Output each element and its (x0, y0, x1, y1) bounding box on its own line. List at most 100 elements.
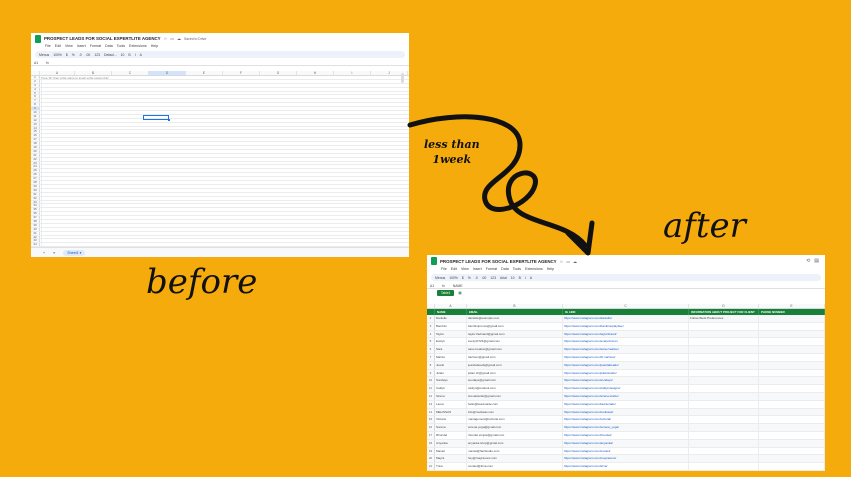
project-info-cell[interactable] (689, 431, 759, 439)
name-cell[interactable]: Sundays (435, 377, 467, 385)
menu-item-help[interactable]: Help (151, 44, 158, 49)
cell[interactable] (40, 208, 42, 212)
name-cell[interactable]: Rhondel (435, 431, 467, 439)
table-row[interactable]: 7 Mariss harrison@gmail.com https://www.ins… (427, 353, 825, 362)
vertical-scrollbar[interactable] (401, 73, 404, 83)
cell[interactable] (40, 103, 42, 107)
cell[interactable] (40, 126, 42, 130)
email-cell[interactable]: caitlyn@outlook.com (467, 385, 563, 392)
toolbar-item-7[interactable]: Arial (500, 276, 507, 280)
cell[interactable] (40, 243, 42, 247)
table-row[interactable]: 4 Taylor taylor.thebrand@gmail.com https://… (427, 330, 825, 339)
document-title[interactable]: PROSPECT LEADS FOR SOCIAL EXPERTLITE AGE… (44, 36, 161, 41)
name-cell[interactable]: Sorena (435, 424, 467, 431)
table-row[interactable]: 3 Bambini bambinipromo@gmail.com https://ww… (427, 322, 825, 331)
name-cell[interactable]: Bambini (435, 322, 467, 330)
project-info-cell[interactable] (689, 455, 759, 463)
phone-cell[interactable] (759, 392, 825, 400)
column-header-H[interactable]: H (297, 71, 334, 75)
menu-item-tools[interactable]: Tools (513, 267, 521, 272)
toolbar-item-9[interactable]: B (519, 276, 521, 280)
add-sheet-button[interactable]: + (43, 251, 45, 255)
toolbar-item-10[interactable]: I (135, 53, 136, 57)
email-cell[interactable]: hey@mayrasons.com (467, 455, 563, 463)
cell[interactable] (40, 231, 42, 235)
history-icon[interactable]: ⟲ (806, 258, 810, 264)
toolbar-item-0[interactable]: Menus (39, 53, 49, 57)
row-number[interactable]: 12 (427, 392, 435, 400)
cell[interactable] (40, 169, 42, 173)
project-info-cell[interactable] (689, 377, 759, 385)
sheet-tab-sheet1[interactable]: Sheet1 ▾ (63, 249, 86, 256)
cell[interactable] (40, 83, 42, 87)
ig-link-cell[interactable]: https://www.instagram.com/dr.marisso/ (563, 353, 689, 361)
row-number[interactable]: 8 (427, 361, 435, 369)
cell[interactable] (40, 188, 42, 192)
row-number[interactable]: 21 (427, 463, 435, 470)
row-number[interactable]: 10 (427, 377, 435, 385)
ig-link-cell[interactable]: https://www.instagram.com/mayrasons/ (563, 455, 689, 463)
ig-link-cell[interactable]: https://www.instagram.com/trina/ (563, 463, 689, 470)
email-cell[interactable]: bambinipromo@gmail.com (467, 322, 563, 330)
menu-item-extensions[interactable]: Extensions (129, 44, 147, 49)
cell[interactable] (40, 212, 42, 216)
row-number[interactable]: 4 (427, 330, 435, 338)
cell[interactable] (40, 223, 42, 227)
phone-cell[interactable] (759, 377, 825, 385)
leads-table[interactable]: A B C D E NAME EMAIL IG LINK INFORMATION ABOUT P… (427, 304, 825, 471)
name-cell[interactable]: Victoria (435, 416, 467, 424)
menu-item-view[interactable]: View (65, 44, 73, 49)
menu-item-view[interactable]: View (461, 267, 469, 272)
cell[interactable] (40, 219, 42, 223)
email-cell[interactable]: info@melissas.com (467, 408, 563, 416)
cell[interactable] (40, 165, 42, 169)
toolbar-item-5[interactable]: .00 (482, 276, 487, 280)
table-row[interactable]: 5 Evelyn evelyn0724@gmail.com https://www.i… (427, 338, 825, 347)
menu-item-edit[interactable]: Edit (451, 267, 457, 272)
email-cell[interactable]: taylor.thebrand@gmail.com (467, 330, 563, 338)
cell[interactable] (40, 118, 42, 122)
row-number[interactable]: 14 (427, 408, 435, 416)
menu-item-file[interactable]: File (441, 267, 447, 272)
table-row[interactable]: 16 Sorena sorena.yoga@gmail.com https://www… (427, 424, 825, 432)
cell[interactable] (40, 196, 42, 200)
toolbar-item-0[interactable]: Menus (435, 276, 445, 280)
cell[interactable] (40, 114, 42, 118)
email-cell[interactable]: sundays@gmail.com (467, 377, 563, 385)
column-header-G[interactable]: G (260, 71, 297, 75)
email-cell[interactable]: rhondel.simple@gmail.com (467, 431, 563, 439)
menu-item-data[interactable]: Data (501, 267, 509, 272)
menu-item-format[interactable]: Format (486, 267, 497, 272)
column-header-D[interactable]: D (149, 71, 186, 75)
cell[interactable]: Type '@' then a file name to insert a fi… (40, 76, 110, 79)
project-info-cell[interactable] (689, 346, 759, 353)
cell[interactable] (40, 216, 42, 219)
project-info-cell[interactable] (689, 408, 759, 416)
email-cell[interactable]: sorena.yoga@gmail.com (467, 424, 563, 431)
cell[interactable] (40, 149, 42, 153)
email-cell[interactable]: harrison@gmail.com (467, 353, 563, 361)
row-number[interactable]: 20 (427, 455, 435, 463)
ig-link-cell[interactable]: https://www.instagram.com/victoria/ (563, 416, 689, 424)
comment-icon[interactable]: ▤ (814, 258, 819, 264)
phone-cell[interactable] (759, 315, 825, 322)
name-cell[interactable]: Mayra (435, 455, 467, 463)
project-info-cell[interactable] (689, 330, 759, 338)
row-number[interactable]: 15 (427, 416, 435, 424)
toolbar-item-6[interactable]: 123 (94, 53, 100, 57)
table-name-chip[interactable]: Table1 (437, 289, 455, 296)
email-cell[interactable]: evelyn0724@gmail.com (467, 338, 563, 346)
phone-cell[interactable] (759, 416, 825, 424)
phone-cell[interactable] (759, 361, 825, 369)
column-header-C[interactable]: C (563, 304, 689, 308)
name-cell[interactable]: Caitlyn (435, 385, 467, 392)
row-number[interactable]: 16 (427, 424, 435, 431)
ig-link-cell[interactable]: https://www.instagram.com/sorena_yoga/ (563, 424, 689, 431)
row-number[interactable]: 6 (427, 346, 435, 353)
name-cell[interactable]: Mariss (435, 353, 467, 361)
phone-cell[interactable] (759, 322, 825, 330)
cell[interactable] (40, 111, 42, 114)
menu-item-insert[interactable]: Insert (77, 44, 86, 49)
table-row[interactable]: 21 Trina contact@trina.com https://www.inst… (427, 463, 825, 471)
cloud-icon[interactable]: ☁ (177, 36, 181, 41)
